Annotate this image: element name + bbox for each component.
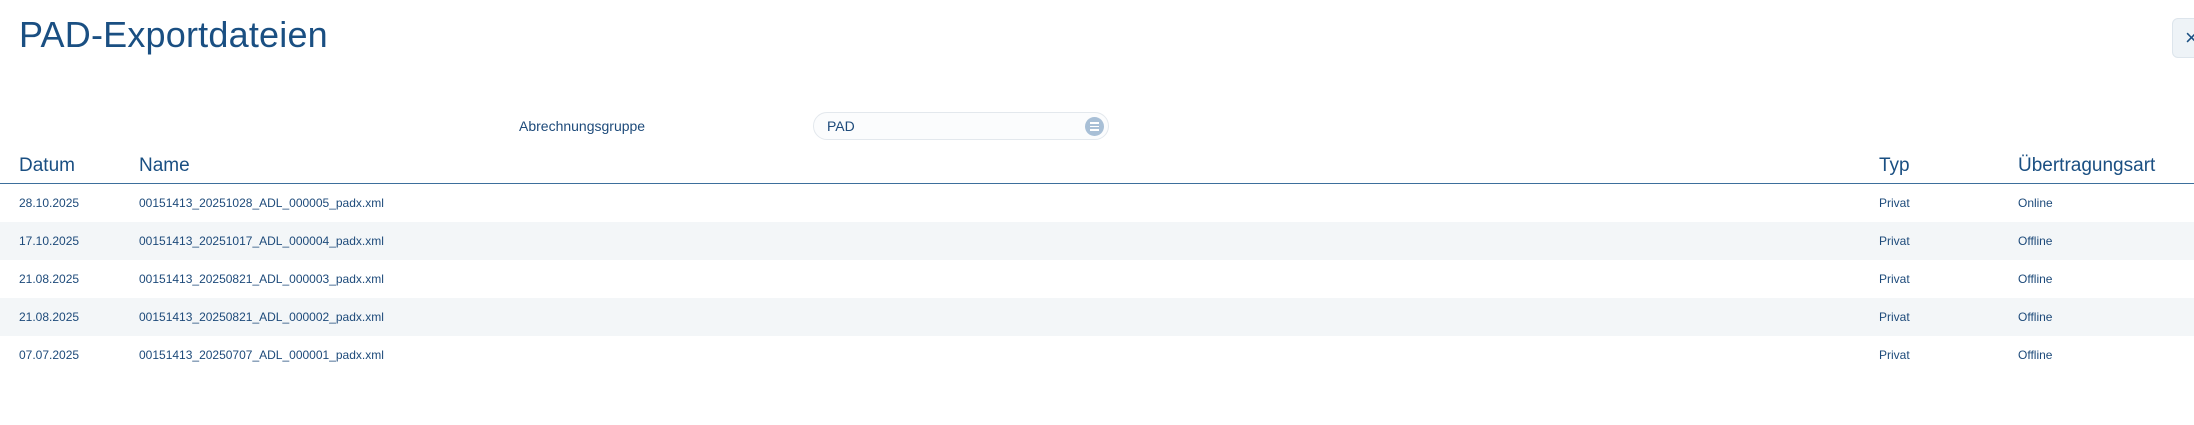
row-filename[interactable]: 00151413_20251017_ADL_000004_padx.xml — [139, 234, 384, 248]
row-date: 21.08.2025 — [19, 272, 80, 286]
row-transfer-mode: Offline — [2018, 348, 2053, 362]
row-type: Privat — [1879, 310, 1910, 324]
row-date: 21.08.2025 — [19, 310, 80, 324]
close-button[interactable]: × — [2172, 18, 2194, 58]
billing-group-label: Abrechnungsgruppe — [519, 118, 646, 134]
column-header-uebertragungsart[interactable]: Übertragungsart — [2018, 155, 2155, 177]
export-files-table: Datum Name Typ Übertragungsart 28.10.202… — [0, 152, 2194, 374]
table-row[interactable]: 17.10.2025 00151413_20251017_ADL_000004_… — [0, 222, 2194, 260]
table-row[interactable]: 21.08.2025 00151413_20250821_ADL_000002_… — [0, 298, 2194, 336]
row-transfer-mode: Offline — [2018, 234, 2053, 248]
row-filename[interactable]: 00151413_20250707_ADL_000001_padx.xml — [139, 348, 384, 362]
export-files-page: PAD-Exportdateien × Abrechnungsgruppe PA… — [0, 0, 2194, 425]
column-header-typ[interactable]: Typ — [1879, 155, 1910, 177]
column-header-datum[interactable]: Datum — [19, 155, 75, 177]
table-header: Datum Name Typ Übertragungsart — [0, 152, 2194, 184]
row-filename[interactable]: 00151413_20250821_ADL_000003_padx.xml — [139, 272, 384, 286]
column-header-name[interactable]: Name — [139, 155, 190, 177]
row-type: Privat — [1879, 272, 1910, 286]
row-filename[interactable]: 00151413_20250821_ADL_000002_padx.xml — [139, 310, 384, 324]
row-transfer-mode: Offline — [2018, 310, 2053, 324]
billing-group-value: PAD — [827, 118, 855, 134]
row-type: Privat — [1879, 234, 1910, 248]
row-type: Privat — [1879, 348, 1910, 362]
row-filename[interactable]: 00151413_20251028_ADL_000005_padx.xml — [139, 196, 384, 210]
row-date: 17.10.2025 — [19, 234, 80, 248]
table-row[interactable]: 21.08.2025 00151413_20250821_ADL_000003_… — [0, 260, 2194, 298]
row-date: 28.10.2025 — [19, 196, 80, 210]
table-row[interactable]: 07.07.2025 00151413_20250707_ADL_000001_… — [0, 336, 2194, 374]
row-type: Privat — [1879, 196, 1910, 210]
row-transfer-mode: Offline — [2018, 272, 2053, 286]
row-transfer-mode: Online — [2018, 196, 2053, 210]
list-icon[interactable] — [1085, 117, 1104, 136]
table-row[interactable]: 28.10.2025 00151413_20251028_ADL_000005_… — [0, 184, 2194, 222]
row-date: 07.07.2025 — [19, 348, 80, 362]
billing-group-select[interactable]: PAD — [813, 112, 1109, 140]
close-icon: × — [2185, 25, 2194, 50]
page-title: PAD-Exportdateien — [19, 14, 328, 55]
